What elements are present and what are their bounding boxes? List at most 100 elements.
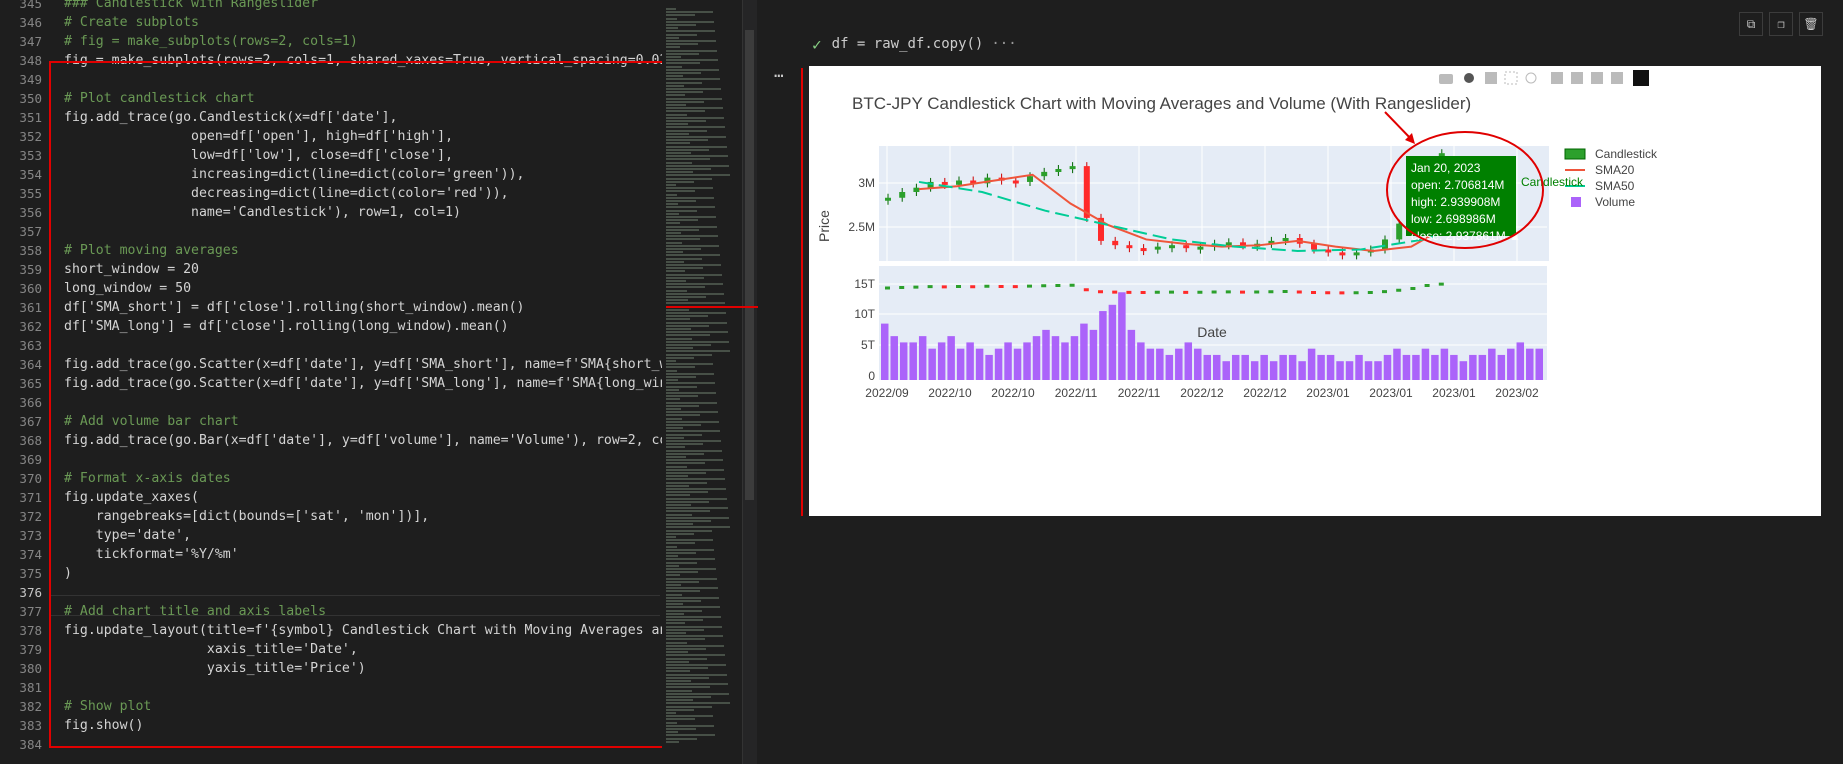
scrollbar-thumb[interactable] [745, 30, 754, 500]
code-line[interactable]: df['SMA_short'] = df['close'].rolling(sh… [64, 298, 525, 317]
code-line[interactable]: # Plot moving averages [64, 241, 239, 260]
rangeslider-candle [1311, 291, 1316, 294]
legend-candlestick-swatch[interactable] [1564, 148, 1586, 160]
output-more-actions-button[interactable]: … [774, 62, 784, 81]
code-line[interactable]: fig.add_trace(go.Scatter(x=df['date'], y… [64, 355, 664, 374]
minimap-line [666, 257, 702, 260]
code-line[interactable]: fig.add_trace(go.Scatter(x=df['date'], y… [64, 374, 664, 393]
code-editor[interactable]: 345 346 347 348 349 350 351 352 353 354 355 356 357 3… [0, 0, 666, 764]
volume-tick-15T: 15T [854, 277, 875, 291]
rangeslider-candle [1396, 288, 1402, 292]
code-line[interactable]: df['SMA_long'] = df['close'].rolling(lon… [64, 317, 509, 336]
line-number-gutter: 345 346 347 348 349 350 351 352 353 354 355 356 357 3… [0, 0, 50, 764]
code-line[interactable]: # Format x-axis dates [64, 469, 231, 488]
pan-icon[interactable] [1485, 72, 1497, 84]
code-line[interactable]: # Create subplots [64, 13, 199, 32]
code-line[interactable]: type='date', [64, 526, 191, 545]
minimap-line [666, 123, 688, 126]
zoom-icon[interactable] [1464, 73, 1474, 83]
lasso-icon[interactable] [1525, 72, 1537, 84]
legend-sma20[interactable]: SMA20 [1595, 163, 1635, 177]
rangeslider-candle [1083, 288, 1089, 292]
code-line[interactable]: ### Candlestick with Rangeslider [64, 0, 318, 13]
volume-bar [1345, 361, 1354, 380]
volume-tick-10T: 10T [854, 307, 875, 321]
code-line[interactable]: # Plot candlestick chart [64, 89, 255, 108]
code-line[interactable]: fig.add_trace(go.Bar(x=df['date'], y=df[… [64, 431, 664, 450]
volume-bar [899, 342, 908, 380]
copy-icon[interactable]: ⧉ [1739, 12, 1763, 36]
minimap-line [666, 353, 712, 356]
minimap-line [666, 523, 693, 526]
minimap-line [666, 478, 725, 481]
code-line[interactable]: xaxis_title='Date', [64, 640, 358, 659]
box-select-icon[interactable] [1504, 71, 1518, 85]
code-area[interactable]: ### Candlestick with Rangeslider # Create… [64, 0, 664, 764]
minimap-line [666, 94, 685, 97]
legend-candlestick[interactable]: Candlestick [1595, 147, 1658, 161]
editor-scrollbar[interactable] [742, 0, 757, 764]
plotly-logo-icon[interactable] [1633, 70, 1649, 86]
zoom-in-icon[interactable] [1551, 72, 1563, 84]
minimap-line [666, 484, 689, 487]
code-line[interactable]: fig.show() [64, 716, 143, 735]
modebar[interactable] [1439, 70, 1649, 86]
code-line[interactable]: yaxis_title='Price') [64, 659, 366, 678]
volume-bar [1165, 354, 1174, 380]
line-number: 366 [19, 395, 42, 410]
volume-bar [1488, 348, 1496, 380]
minimap-line [666, 577, 717, 580]
paste-icon[interactable]: ❐ [1769, 12, 1793, 36]
x-tick-label: 2022/11 [1055, 386, 1098, 400]
minimap-line [666, 296, 706, 298]
code-line[interactable]: # Add chart title and axis labels [64, 602, 326, 621]
code-line[interactable]: # fig = make_subplots(rows=2, cols=1) [64, 32, 358, 51]
code-line[interactable]: long_window = 50 [64, 279, 191, 298]
zoom-out-icon[interactable] [1571, 72, 1583, 84]
code-line[interactable]: # Show plot [64, 697, 151, 716]
minimap-line [666, 200, 696, 202]
volume-bar [1298, 361, 1306, 380]
cell-header[interactable]: ✓ df = raw_df.copy() ··· [768, 28, 1017, 60]
minimap-line [666, 702, 730, 705]
minimap-line [666, 737, 697, 740]
code-line[interactable]: rangebreaks=[dict(bounds=['sat', 'mon'])… [64, 507, 429, 526]
delete-icon[interactable]: 🗑 [1799, 12, 1823, 36]
plotly-figure[interactable]: BTC-JPY Candlestick Chart with Moving Av… [809, 66, 1821, 516]
code-line[interactable]: tickformat='%Y/%m' [64, 545, 239, 564]
code-line[interactable]: ) [64, 564, 72, 583]
minimap-line [666, 286, 705, 289]
code-line[interactable]: fig.update_layout(title=f'{symbol} Candl… [64, 621, 664, 640]
minimap-line [666, 526, 730, 529]
minimap-line [666, 600, 701, 602]
minimap-line [666, 139, 708, 142]
minimap-line [666, 427, 683, 430]
minimap-line [666, 347, 693, 350]
autoscale-icon[interactable] [1591, 72, 1603, 84]
candle-body [1282, 238, 1289, 241]
code-line[interactable]: decreasing=dict(line=dict(color='red')), [64, 184, 509, 203]
camera-icon[interactable] [1439, 74, 1453, 84]
minimap-line [666, 340, 729, 343]
chart-svg[interactable]: BTC-JPY Candlestick Chart with Moving Av… [809, 66, 1821, 516]
reset-axes-icon[interactable] [1611, 72, 1623, 84]
line-number: 347 [19, 34, 42, 49]
code-line[interactable]: fig.add_trace(go.Candlestick(x=df['date'… [64, 108, 397, 127]
minimap[interactable] [662, 0, 742, 764]
legend-sma50[interactable]: SMA50 [1595, 179, 1635, 193]
code-line[interactable]: low=df['low'], close=df['close'], [64, 146, 453, 165]
cell-toolbar: ⧉ ❐ 🗑 [1739, 12, 1823, 36]
minimap-line [666, 113, 687, 116]
code-line[interactable]: fig.update_xaxes( [64, 488, 199, 507]
code-line[interactable]: fig = make_subplots(rows=2, cols=1, shar… [64, 51, 664, 70]
minimap-line [666, 72, 701, 74]
code-line[interactable]: name='Candlestick'), row=1, col=1) [64, 203, 461, 222]
code-line[interactable]: short_window = 20 [64, 260, 199, 279]
legend-volume[interactable]: Volume [1595, 195, 1635, 209]
code-line[interactable]: # Add volume bar chart [64, 412, 239, 431]
volume-bar [1213, 354, 1221, 380]
volume-bar [890, 336, 898, 380]
code-line[interactable]: open=df['open'], high=df['high'], [64, 127, 453, 146]
minimap-line [666, 11, 713, 14]
code-line[interactable]: increasing=dict(line=dict(color='green')… [64, 165, 524, 184]
